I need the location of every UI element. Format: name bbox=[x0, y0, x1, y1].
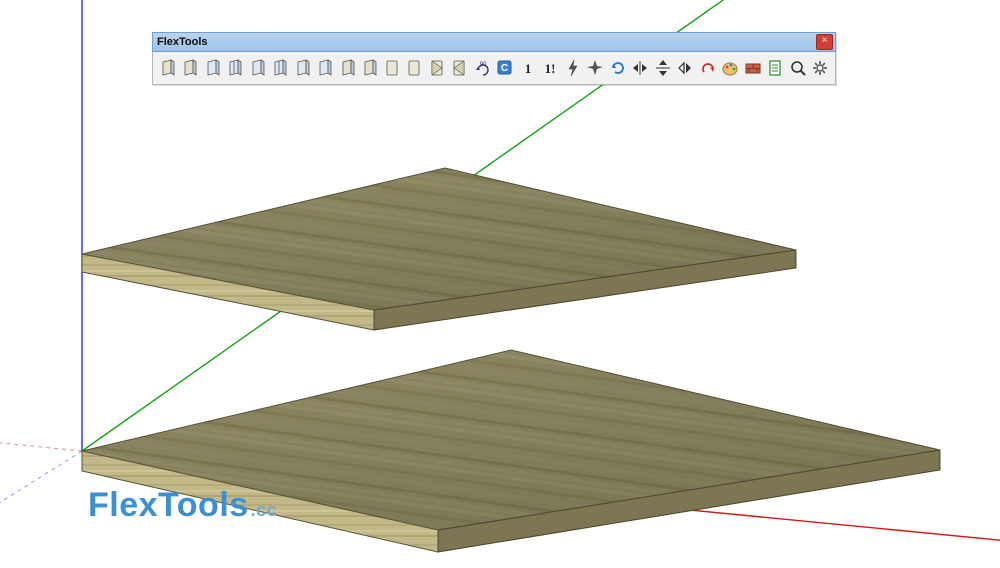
redo-button[interactable] bbox=[697, 55, 719, 81]
window-sliding-icon bbox=[271, 58, 289, 78]
sparkle-icon bbox=[586, 58, 604, 78]
sparkle-button[interactable] bbox=[585, 55, 607, 81]
shutter-right-button[interactable] bbox=[450, 55, 472, 81]
refresh-icon bbox=[609, 58, 627, 78]
component-finder-icon: C bbox=[496, 58, 514, 78]
window-double-icon bbox=[226, 58, 244, 78]
one-exclaim-button[interactable]: 1! bbox=[540, 55, 562, 81]
mirror-button[interactable] bbox=[675, 55, 697, 81]
settings-button[interactable] bbox=[810, 55, 832, 81]
mirror-icon bbox=[676, 58, 694, 78]
window-fixed-icon bbox=[294, 58, 312, 78]
window-single-icon bbox=[204, 58, 222, 78]
component-finder-button[interactable]: C bbox=[495, 55, 517, 81]
wall-cutter-icon bbox=[744, 58, 762, 78]
svg-text:C: C bbox=[501, 63, 508, 74]
window-bay-icon bbox=[316, 58, 334, 78]
lightning-button[interactable] bbox=[562, 55, 584, 81]
lightning-icon bbox=[564, 58, 582, 78]
palette-button[interactable] bbox=[720, 55, 742, 81]
window-single-button[interactable] bbox=[202, 55, 224, 81]
door-open-icon bbox=[181, 58, 199, 78]
palette-icon bbox=[721, 58, 739, 78]
curtain-wall-button[interactable] bbox=[337, 55, 359, 81]
settings-icon bbox=[811, 58, 829, 78]
door-single-button[interactable] bbox=[157, 55, 179, 81]
curtain-wall-icon bbox=[339, 58, 357, 78]
report-button[interactable] bbox=[765, 55, 787, 81]
one-exclaim-icon: 1! bbox=[541, 58, 559, 78]
window-double-button[interactable] bbox=[225, 55, 247, 81]
shutter-left-button[interactable] bbox=[427, 55, 449, 81]
watermark-main: FlexTools bbox=[88, 486, 249, 524]
flip-horizontal-button[interactable] bbox=[630, 55, 652, 81]
close-button[interactable]: × bbox=[816, 34, 833, 50]
svg-text:90: 90 bbox=[479, 62, 486, 68]
svg-text:1!: 1! bbox=[545, 61, 556, 76]
redo-icon bbox=[699, 58, 717, 78]
one-button[interactable]: 1 bbox=[517, 55, 539, 81]
garage-door-icon bbox=[361, 58, 379, 78]
svg-text:1: 1 bbox=[525, 61, 532, 76]
panel-blank-icon bbox=[406, 58, 424, 78]
panel-button[interactable] bbox=[382, 55, 404, 81]
window-casement-button[interactable] bbox=[247, 55, 269, 81]
shutter-right-icon bbox=[451, 58, 469, 78]
watermark-suffix: .cc bbox=[251, 500, 278, 520]
watermark: FlexTools.cc bbox=[88, 486, 277, 525]
shutter-left-icon bbox=[429, 58, 447, 78]
zoom-button[interactable] bbox=[787, 55, 809, 81]
rotate-90-button[interactable]: 90 bbox=[472, 55, 494, 81]
door-open-button[interactable] bbox=[180, 55, 202, 81]
window-fixed-button[interactable] bbox=[292, 55, 314, 81]
rotate-90-icon: 90 bbox=[474, 58, 492, 78]
toolbar-titlebar[interactable]: FlexTools × bbox=[152, 32, 836, 52]
one-icon: 1 bbox=[519, 58, 537, 78]
garage-door-button[interactable] bbox=[360, 55, 382, 81]
door-single-icon bbox=[159, 58, 177, 78]
flip-vertical-button[interactable] bbox=[652, 55, 674, 81]
window-sliding-button[interactable] bbox=[270, 55, 292, 81]
wall-cutter-button[interactable] bbox=[742, 55, 764, 81]
zoom-icon bbox=[789, 58, 807, 78]
panel-blank-button[interactable] bbox=[405, 55, 427, 81]
flip-horizontal-icon bbox=[631, 58, 649, 78]
window-casement-icon bbox=[249, 58, 267, 78]
report-icon bbox=[766, 58, 784, 78]
wood-slab-upper bbox=[82, 168, 796, 330]
flip-vertical-icon bbox=[654, 58, 672, 78]
flextools-toolbar-window[interactable]: FlexTools × 90 C 1 1! bbox=[152, 32, 836, 85]
toolbar-body: 90 C 1 1! bbox=[152, 52, 836, 85]
panel-icon bbox=[384, 58, 402, 78]
window-bay-button[interactable] bbox=[315, 55, 337, 81]
refresh-button[interactable] bbox=[607, 55, 629, 81]
toolbar-title: FlexTools bbox=[157, 36, 208, 48]
